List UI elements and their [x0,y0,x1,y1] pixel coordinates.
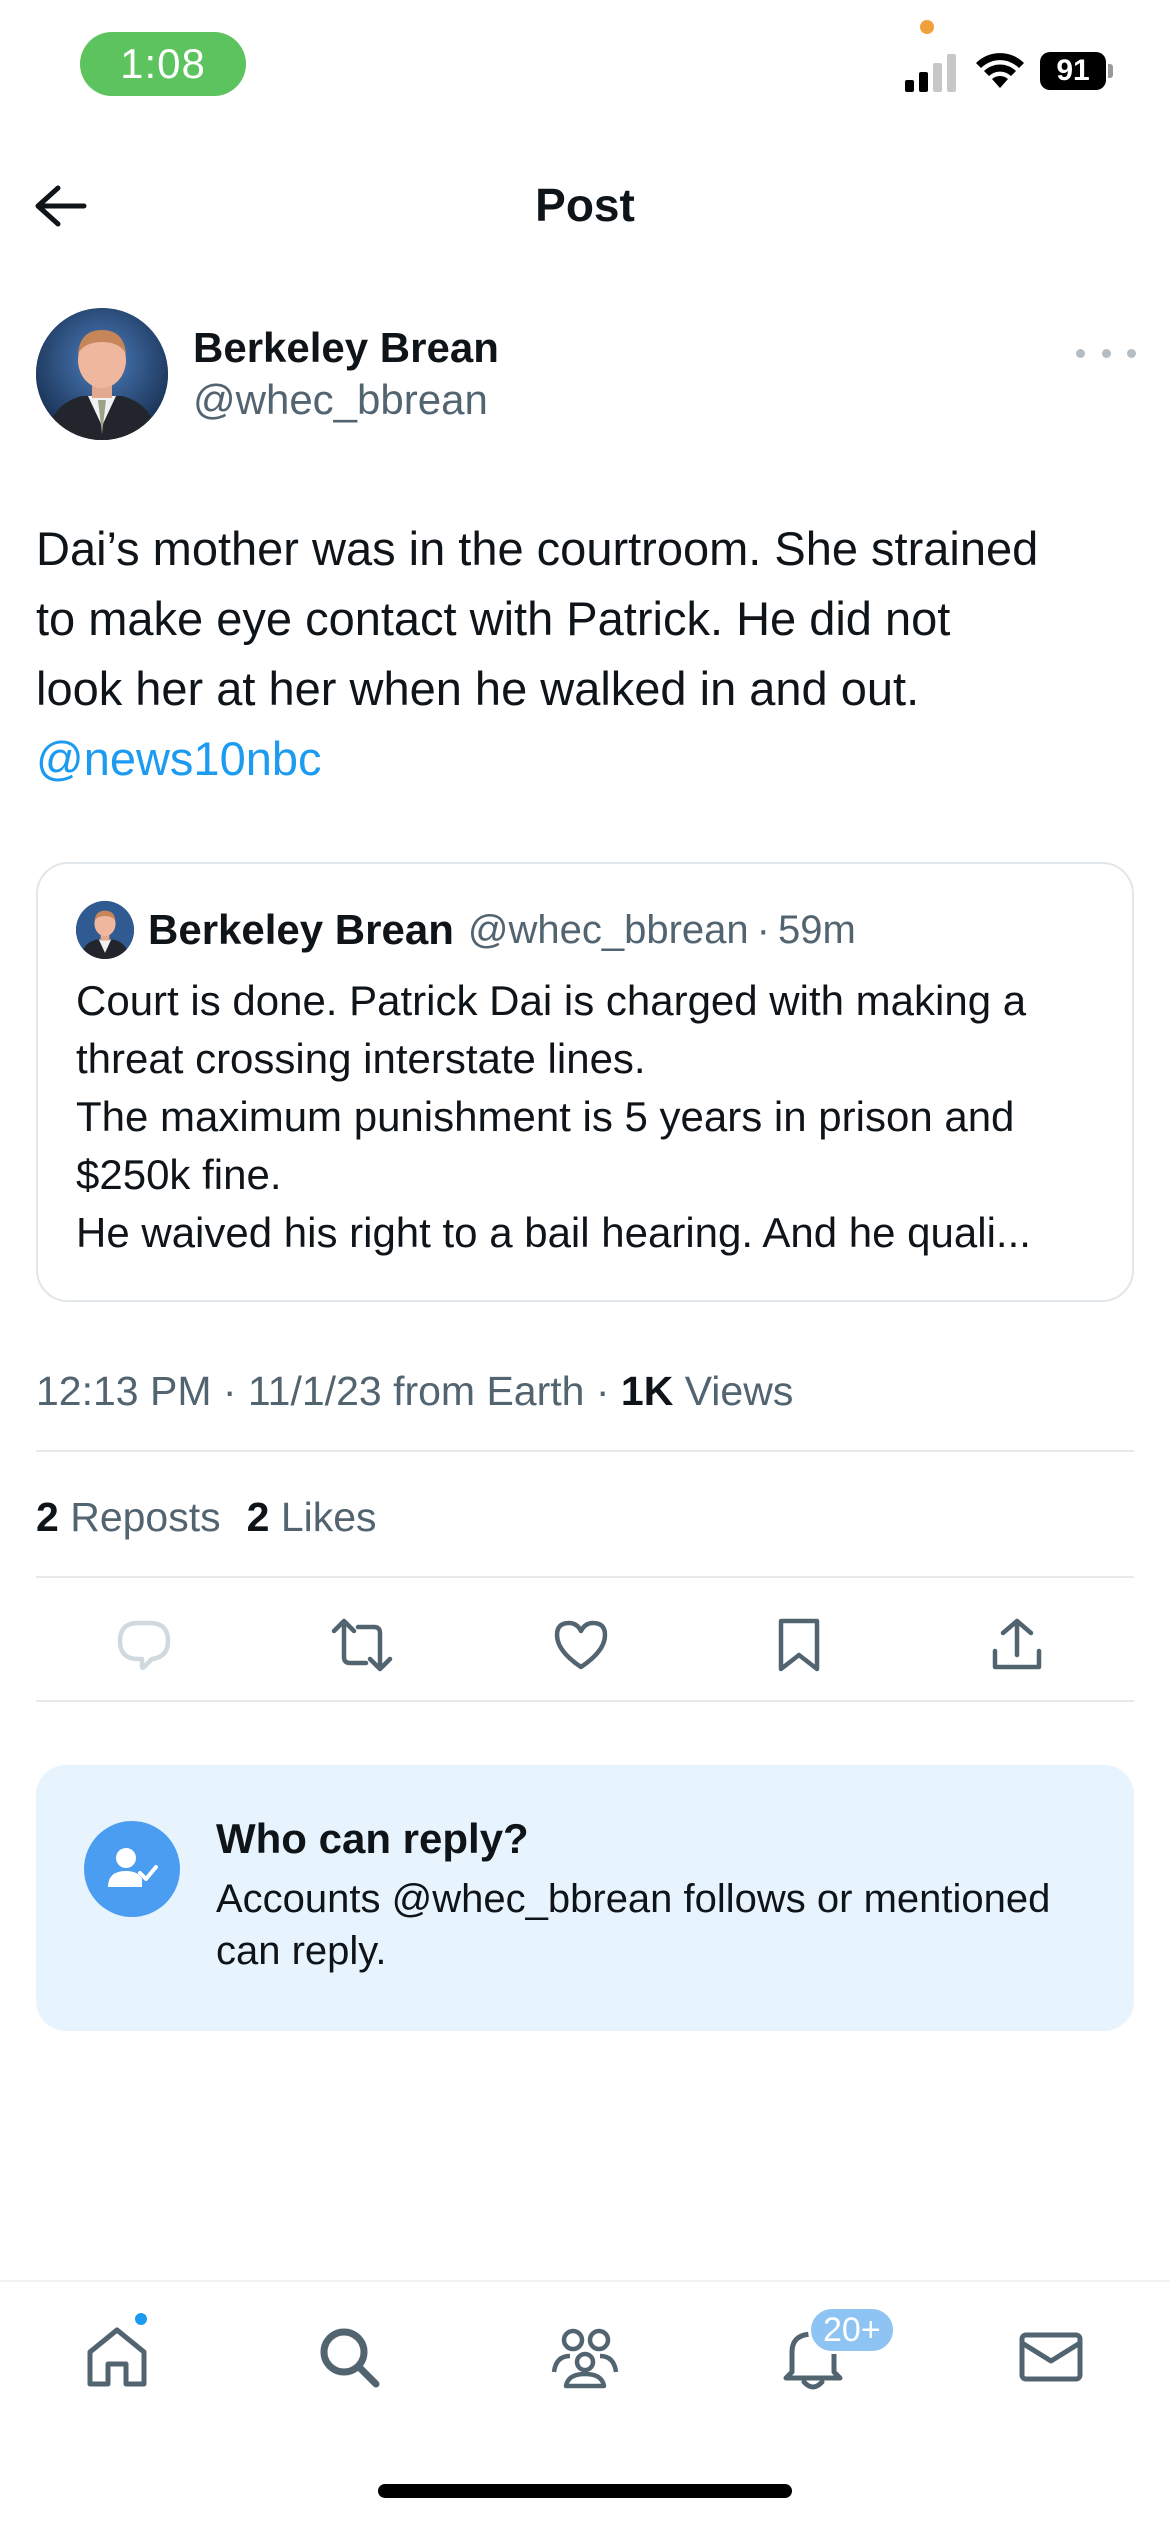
likes-stat[interactable]: 2 Likes [247,1494,377,1540]
communities-icon [551,2328,619,2389]
heart-icon [554,1620,608,1670]
reposts-stat[interactable]: 2 Reposts [36,1494,221,1540]
nav-home[interactable] [72,2312,162,2402]
author-handle[interactable]: @whec_bbrean [193,376,488,424]
share-icon [992,1618,1042,1670]
like-button[interactable] [536,1600,626,1690]
reposts-count: 2 [36,1494,59,1540]
quoted-author-avatar [76,901,134,959]
post-text: Dai’s mother was in the courtroom. She s… [36,514,1146,794]
quoted-text-line: $250k fine. [76,1151,282,1198]
who-can-reply-title: Who can reply? [216,1815,529,1862]
bookmark-button[interactable] [754,1600,844,1690]
bookmark-icon [778,1618,820,1672]
share-button[interactable] [972,1600,1062,1690]
who-can-reply-description: Accounts @whec_bbrean follows or mention… [216,1877,1051,1973]
battery-icon: 91 [1040,52,1113,90]
reposts-label: Reposts [58,1494,221,1540]
home-indicator[interactable] [378,2484,792,2498]
quoted-author-name: Berkeley Brean [148,906,454,953]
privacy-indicator-dot [920,20,934,34]
cellular-signal-icon [905,54,956,92]
home-icon [87,2327,147,2387]
quoted-author-handle: @whec_bbrean [467,907,749,952]
mention-link[interactable]: @news10nbc [36,724,1146,794]
status-bar: 1:08 91 [0,0,1170,130]
engagement-stats: 2 Reposts 2 Likes [36,1494,377,1541]
divider [36,1576,1134,1578]
likes-count: 2 [246,1494,270,1540]
quoted-text-line: He waived his right to a bail hearing. A… [76,1209,1031,1256]
more-options-button[interactable] [1076,338,1136,368]
post-metadata: 12:13 PM · 11/1/23 from Earth · 1K Views [36,1368,793,1415]
quoted-text-line: threat crossing interstate lines. [76,1035,646,1082]
post-action-bar [36,1600,1134,1690]
post-text-line: Dai’s mother was in the courtroom. She s… [36,522,1039,575]
repost-icon [331,1618,393,1672]
wifi-icon [976,53,1024,88]
quoted-text-line: The maximum punishment is 5 years in pri… [76,1093,1015,1140]
author-name[interactable]: Berkeley Brean [193,324,499,372]
post-author: Berkeley Brean @whec_bbrean [36,308,1136,442]
views-count: 1K [620,1368,674,1414]
page-title: Post [535,179,635,231]
quoted-post-header: Berkeley Brean @whec_bbrean · 59m [76,900,856,960]
views-label: Views [673,1368,794,1414]
avatar-image [76,901,134,959]
nav-search[interactable] [304,2312,394,2402]
user-check-icon [84,1821,180,1917]
post-text-line: look her at her when he walked in and ou… [36,662,920,715]
battery-level: 91 [1040,52,1106,90]
nav-messages[interactable] [1006,2312,1096,2402]
quoted-post-time: 59m [777,907,856,952]
status-time: 1:08 [80,32,246,96]
search-icon [320,2328,380,2388]
reply-button[interactable] [99,1600,189,1690]
avatar-image [36,308,168,440]
separator-dot: · [756,907,770,952]
repost-button[interactable] [317,1600,407,1690]
post-timestamp: 12:13 PM · 11/1/23 from Earth · [36,1368,621,1414]
quoted-post-text: Court is done. Patrick Dai is charged wi… [76,972,1106,1262]
who-can-reply-card: Who can reply? Accounts @whec_bbrean fol… [36,1765,1134,2031]
nav-communities[interactable] [540,2312,630,2402]
author-avatar[interactable] [36,308,168,440]
quoted-text-line: Court is done. Patrick Dai is charged wi… [76,977,1027,1024]
divider [36,1700,1134,1702]
notifications-badge: 20+ [808,2306,896,2354]
divider [36,1450,1134,1452]
likes-label: Likes [269,1494,377,1540]
home-unread-dot [132,2310,150,2328]
post-text-line: to make eye contact with Patrick. He did… [36,592,951,645]
quoted-post[interactable]: Berkeley Brean @whec_bbrean · 59m Court … [36,862,1134,1302]
top-header: Post [0,160,1170,250]
reply-icon [117,1620,171,1671]
envelope-icon [1019,2332,1083,2382]
